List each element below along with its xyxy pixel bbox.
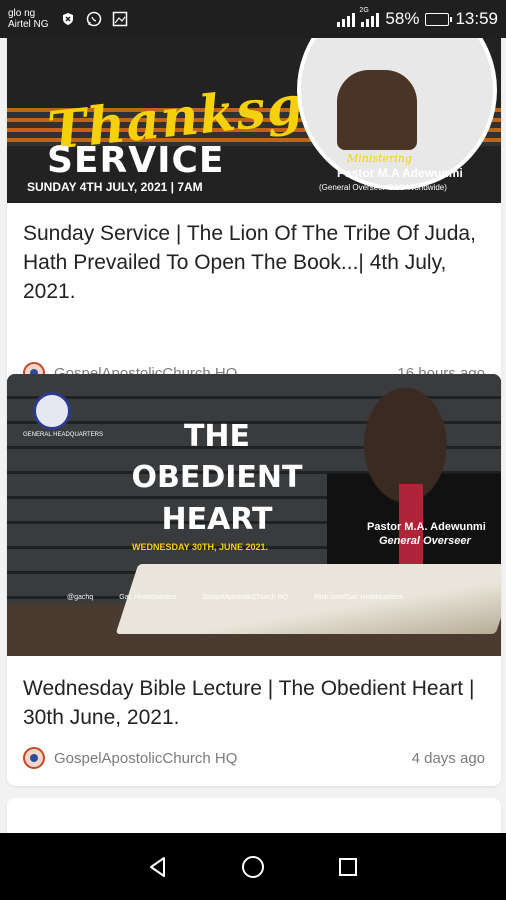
video-title[interactable]: Wednesday Bible Lecture | The Obedient H…	[23, 674, 485, 732]
published-time: 4 days ago	[411, 749, 485, 767]
thumbnail-hq-text: GENERAL HEADQUARTERS	[23, 432, 104, 438]
whatsapp-icon	[86, 11, 102, 27]
channel-name[interactable]: GospelApostolicChurch HQ	[54, 750, 237, 767]
thumbnail-pastor: Pastor M.A Adewunmi	[337, 166, 463, 180]
clock: 13:59	[455, 9, 498, 28]
thumbnail-date: SUNDAY 4TH JULY, 2021 | 7AM	[27, 180, 203, 194]
battery-percent: 58%	[385, 9, 420, 28]
church-logo-icon	[33, 392, 71, 430]
channel-avatar-icon[interactable]	[23, 747, 45, 769]
network-type-label: 2G	[359, 7, 369, 14]
thumbnail-pastor: Pastor M.A. Adewunmi	[367, 521, 486, 533]
carrier-label: glo ng Airtel NG	[8, 8, 60, 30]
status-bar: glo ng Airtel NG 2G 58% 13:59	[0, 0, 506, 38]
thumbnail-photo	[337, 70, 417, 150]
carrier-line-1: glo ng	[8, 8, 36, 19]
recents-icon[interactable]	[334, 853, 362, 881]
video-thumbnail[interactable]: Thanksgiving SERVICE SUNDAY 4TH JULY, 20…	[7, 38, 501, 203]
gallery-icon	[112, 11, 128, 27]
thumbnail-ministering: Ministering	[347, 152, 412, 165]
thumbnail-social-row: @gachq Gac Headquarters GospelApostolicC…	[67, 594, 403, 601]
thumbnail-date: WEDNESDAY 30TH, JUNE 2021.	[132, 542, 269, 552]
thumbnail-position: (General Overseer GAC Worldwide)	[319, 183, 447, 192]
thumbnail-title-line-1: THE	[183, 419, 251, 454]
social-instagram: @gachq	[67, 594, 94, 601]
video-meta: GospelApostolicChurch HQ 4 days ago	[23, 747, 485, 769]
thumbnail-service-text: SERVICE	[47, 140, 225, 181]
video-card[interactable]: GENERAL HEADQUARTERS THE OBEDIENT HEART …	[7, 374, 501, 786]
thumbnail-role: General Overseer	[379, 535, 471, 547]
home-icon[interactable]	[239, 853, 267, 881]
social-mixlr: Mixlr.com/Gac Headquarters	[313, 594, 403, 601]
signal-icon	[337, 11, 356, 27]
system-nav-bar	[0, 833, 506, 900]
video-card[interactable]	[7, 798, 501, 833]
signal-icon: 2G	[359, 7, 380, 27]
thumbnail-title-line-2: OBEDIENT	[131, 460, 303, 495]
social-facebook: Gac Headquarters	[119, 594, 177, 601]
video-title[interactable]: Sunday Service | The Lion Of The Tribe O…	[23, 219, 485, 306]
video-thumbnail[interactable]: GENERAL HEADQUARTERS THE OBEDIENT HEART …	[7, 374, 501, 656]
battery-icon	[425, 12, 453, 26]
video-feed[interactable]: Thanksgiving SERVICE SUNDAY 4TH JULY, 20…	[0, 38, 506, 833]
notification-icon	[60, 11, 76, 27]
carrier-line-2: Airtel NG	[8, 19, 49, 30]
video-card[interactable]: Thanksgiving SERVICE SUNDAY 4TH JULY, 20…	[7, 38, 501, 401]
thumbnail-title-line-3: HEART	[161, 502, 273, 537]
back-icon[interactable]	[144, 853, 172, 881]
social-youtube: GospelApostolicChurch HQ	[202, 594, 288, 601]
